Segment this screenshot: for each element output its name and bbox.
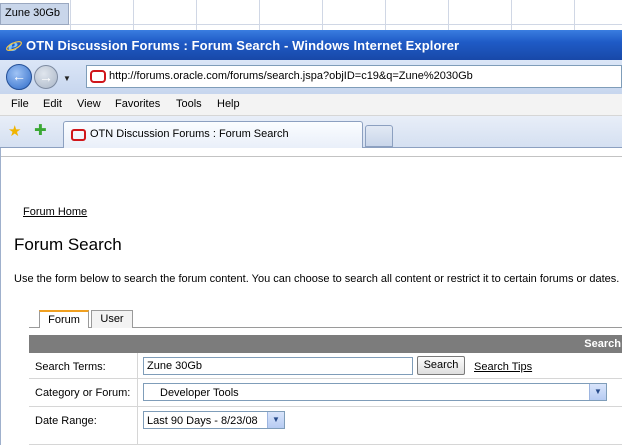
category-row: Category or Forum: Developer Tools ▼ [29,379,622,407]
tab-user[interactable]: User [91,310,133,328]
favorites-star-icon[interactable]: ★ [8,122,21,140]
menu-view[interactable]: View [77,98,101,110]
oracle-favicon-icon [90,70,106,83]
url-field[interactable]: http://forums.oracle.com/forums/search.j… [86,65,622,88]
search-terms-label: Search Terms: [35,361,106,373]
menu-bar: File Edit View Favorites Tools Help [0,94,622,116]
spreadsheet-row [0,0,622,25]
browser-window: e OTN Discussion Forums : Forum Search -… [0,30,622,445]
forward-button[interactable]: → [34,65,58,89]
search-tips-link[interactable]: Search Tips [474,361,532,373]
category-select[interactable]: Developer Tools ▼ [143,383,607,401]
gridline [385,0,386,30]
menu-file[interactable]: File [11,98,29,110]
tab-label: OTN Discussion Forums : Forum Search [90,128,289,140]
search-type-tabs: Forum User [29,310,622,328]
add-favorite-icon[interactable]: ✚ [34,121,47,139]
gridline [322,0,323,30]
search-button[interactable]: Search [417,356,465,375]
new-tab-button[interactable] [365,125,393,147]
search-panel: Search Search Terms: Search Search Tips … [29,335,622,445]
menu-edit[interactable]: Edit [43,98,62,110]
address-bar: ← → ▼ http://forums.oracle.com/forums/se… [0,60,622,94]
category-label: Category or Forum: [35,387,131,399]
chevron-down-icon[interactable]: ▼ [267,412,284,428]
url-text: http://forums.oracle.com/forums/search.j… [109,70,473,82]
menu-help[interactable]: Help [217,98,240,110]
date-range-select[interactable]: Last 90 Days - 8/23/08 ▼ [143,411,285,429]
menu-tools[interactable]: Tools [176,98,202,110]
column-separator [137,353,138,378]
gridline [574,0,575,30]
gridline [133,0,134,30]
category-selected-value: Developer Tools [160,387,239,399]
oracle-favicon-icon [71,129,86,141]
gridline [70,0,71,30]
forum-home-link[interactable]: Forum Home [23,206,87,218]
search-terms-input[interactable] [143,357,413,375]
panel-header: Search [29,335,622,353]
intro-text: Use the form below to search the forum c… [14,273,620,285]
menu-favorites[interactable]: Favorites [115,98,160,110]
page-content: Forum Home Forum Search Use the form bel… [0,148,622,445]
chevron-down-icon[interactable]: ▼ [589,384,606,400]
date-range-selected-value: Last 90 Days - 8/23/08 [147,415,258,427]
date-range-row: Date Range: Last 90 Days - 8/23/08 ▼ [29,407,622,445]
panel-header-label: Search [584,338,621,350]
back-arrow-icon: ← [12,68,26,84]
column-separator [137,407,138,444]
page-title: Forum Search [14,235,122,254]
date-range-label: Date Range: [35,415,97,427]
ie-logo-icon: e [6,37,22,53]
selected-cell[interactable]: Zune 30Gb [0,3,69,25]
tab-forum-search[interactable]: OTN Discussion Forums : Forum Search [63,121,363,148]
history-dropdown-icon[interactable]: ▼ [63,74,71,83]
search-terms-row: Search Terms: Search Search Tips [29,353,622,379]
window-title: OTN Discussion Forums : Forum Search - W… [26,38,460,53]
tab-bar: ★ ✚ OTN Discussion Forums : Forum Search [0,116,622,148]
title-bar: e OTN Discussion Forums : Forum Search -… [0,30,622,60]
spreadsheet-strip: Zune 30Gb [0,0,622,30]
column-separator [137,379,138,406]
forward-arrow-icon: → [39,69,53,85]
tab-forum[interactable]: Forum [39,310,89,328]
gridline [196,0,197,30]
divider [1,156,622,157]
gridline [511,0,512,30]
gridline [448,0,449,30]
back-button[interactable]: ← [6,64,32,90]
gridline [259,0,260,30]
